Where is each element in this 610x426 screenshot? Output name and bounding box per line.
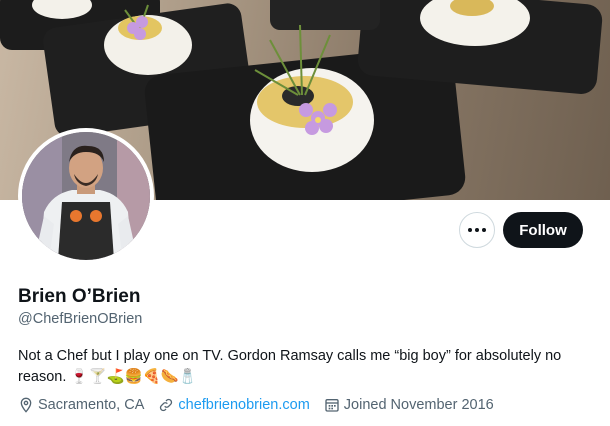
follow-button[interactable]: Follow — [503, 212, 583, 248]
joined-text: Joined November 2016 — [343, 397, 494, 413]
avatar-photo — [22, 132, 150, 260]
website-item[interactable]: chefbrienobrien.com — [158, 397, 310, 413]
more-options-button[interactable] — [459, 212, 495, 248]
location-text: Sacramento, CA — [38, 397, 145, 413]
location-pin-icon — [20, 397, 32, 413]
profile-meta: Sacramento, CA chefbrienobrien.com Joine… — [18, 397, 508, 413]
link-icon — [160, 398, 173, 412]
location-item: Sacramento, CA — [18, 397, 144, 413]
profile-bio: Not a Chef but I play one on TV. Gordon … — [18, 348, 562, 385]
avatar[interactable] — [18, 128, 154, 264]
user-handle: @ChefBrienOBrien — [18, 311, 143, 327]
more-icon — [468, 228, 472, 232]
website-link[interactable]: chefbrienobrien.com — [178, 397, 309, 413]
joined-item: Joined November 2016 — [324, 397, 494, 413]
display-name: Brien O’Brien — [18, 286, 141, 307]
calendar-icon — [325, 399, 339, 412]
